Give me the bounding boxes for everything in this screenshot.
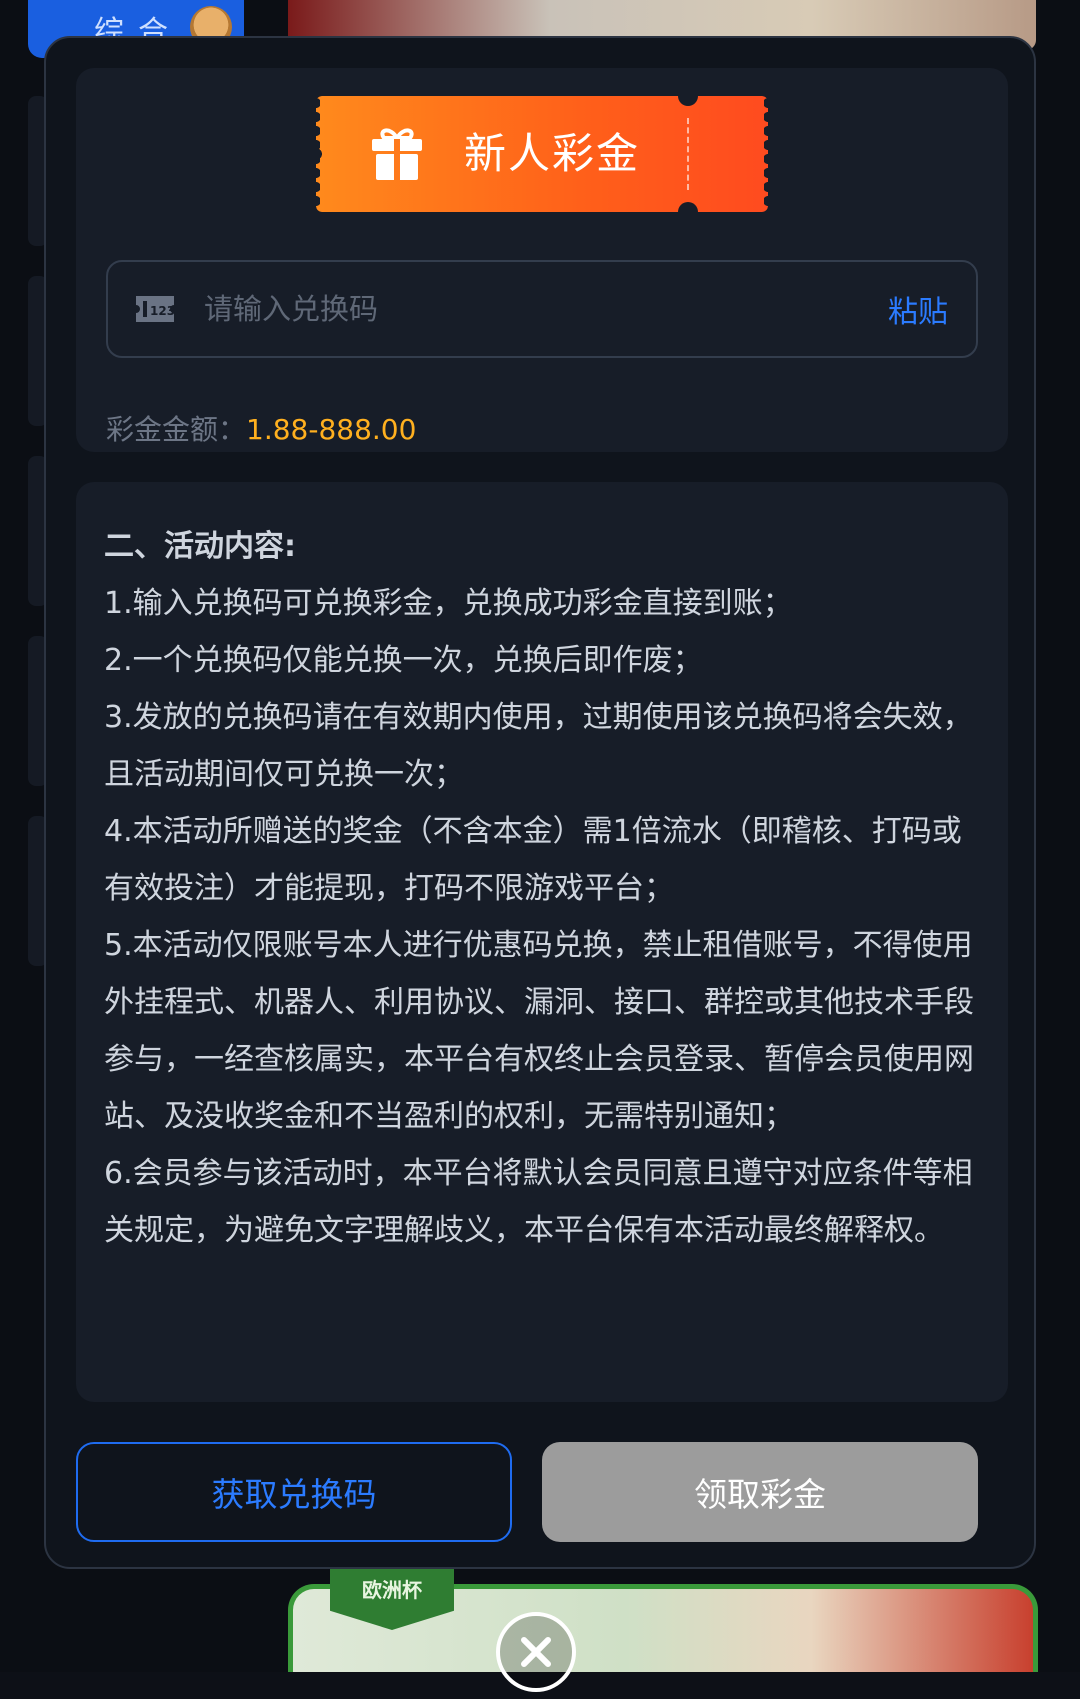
rule-item: 3.发放的兑换码请在有效期内使用，过期使用该兑换码将会失效，且活动期间仅可兑换一… — [104, 700, 973, 792]
bonus-amount-row: 彩金金额：1.88-888.00 — [106, 408, 416, 448]
rules-title: 二、活动内容: — [104, 529, 296, 564]
redeem-card: 新人彩金 123 粘贴 彩金金额：1.88-888.00 — [76, 68, 1008, 452]
claim-bonus-button[interactable]: 领取彩金 — [542, 1442, 978, 1542]
rule-item: 6.会员参与该活动时，本平台将默认会员同意且遵守对应条件等相关规定，为避免文字理… — [104, 1156, 973, 1248]
rule-item: 5.本活动仅限账号本人进行优惠码兑换，禁止租借账号，不得使用外挂程式、机器人、利… — [104, 928, 974, 1134]
redeem-code-field[interactable]: 123 粘贴 — [106, 260, 978, 358]
redeem-bonus-modal: 新人彩金 123 粘贴 彩金金额：1.88-888.00 二、活动内容: 1.输… — [44, 36, 1036, 1569]
euro-cup-badge-label: 欧洲杯 — [362, 1578, 422, 1602]
close-modal-button[interactable] — [496, 1612, 576, 1692]
redeem-code-input[interactable] — [202, 291, 888, 327]
ticket-title: 新人彩金 — [464, 129, 641, 178]
rule-item: 2.一个兑换码仅能兑换一次，兑换后即作废； — [104, 643, 703, 678]
paste-button[interactable]: 粘贴 — [888, 287, 948, 331]
bonus-amount-label: 彩金金额： — [106, 413, 247, 446]
rule-item: 4.本活动所赠送的奖金（不含本金）需1倍流水（即稽核、打码或有效投注）才能提现，… — [104, 814, 962, 906]
get-redeem-code-button[interactable]: 获取兑换码 — [76, 1442, 512, 1542]
ticket-banner: 新人彩金 — [312, 86, 772, 222]
gift-icon — [372, 128, 422, 180]
activity-rules-card: 二、活动内容: 1.输入兑换码可兑换彩金，兑换成功彩金直接到账； 2.一个兑换码… — [76, 482, 1008, 1402]
bonus-amount-value: 1.88-888.00 — [246, 413, 417, 446]
code-123-icon: 123 — [136, 296, 175, 322]
rule-item: 1.输入兑换码可兑换彩金，兑换成功彩金直接到账； — [104, 586, 793, 621]
close-icon — [521, 1637, 551, 1667]
svg-text:123: 123 — [150, 304, 175, 318]
